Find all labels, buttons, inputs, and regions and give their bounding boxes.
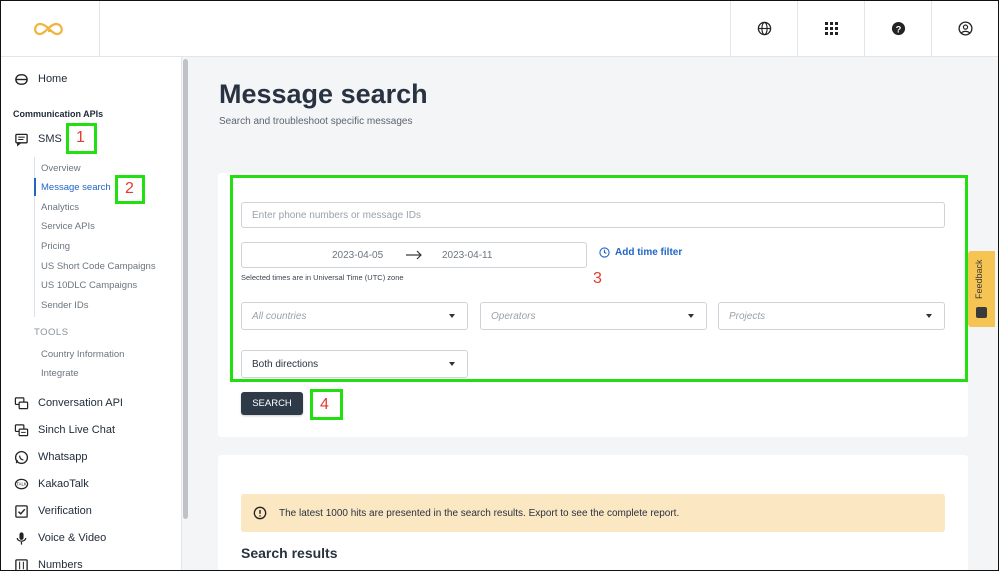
app-frame: ? Home Communication APIs SMS Overview M… <box>0 0 999 571</box>
sidebar-item-whatsapp[interactable]: Whatsapp <box>13 449 88 465</box>
notice-text: The latest 1000 hits are presented in th… <box>279 507 680 519</box>
feedback-tab[interactable]: Feedback <box>968 251 995 327</box>
sidebar-item-voice-video[interactable]: Voice & Video <box>13 530 106 546</box>
sidebar-item-label: Verification <box>38 505 92 517</box>
apps-grid-icon <box>824 22 838 35</box>
help-button[interactable]: ? <box>864 1 931 56</box>
sidebar-item-numbers[interactable]: Numbers <box>13 557 83 571</box>
annotation-number-2: 2 <box>125 180 134 197</box>
globe-icon <box>757 21 771 36</box>
sidebar-subitem-integrate[interactable]: Integrate <box>41 368 79 379</box>
sidebar-subitem-country-information[interactable]: Country Information <box>41 349 124 360</box>
sidebar-subitem-message-search[interactable]: Message search <box>41 182 111 193</box>
sidebar-item-label: KakaoTalk <box>38 478 89 490</box>
microphone-icon <box>13 530 29 546</box>
svg-text:?: ? <box>895 24 901 34</box>
tools-heading: TOOLS <box>34 327 69 338</box>
sidebar-subitem-sender-ids[interactable]: Sender IDs <box>41 300 89 311</box>
apps-button[interactable] <box>797 1 864 56</box>
sidebar-item-home[interactable]: Home <box>13 71 67 87</box>
search-button[interactable]: SEARCH <box>241 392 303 415</box>
account-button[interactable] <box>931 1 998 56</box>
annotation-number-4: 4 <box>320 396 329 413</box>
sidebar-item-label: Voice & Video <box>38 532 107 544</box>
chat-icon <box>13 422 29 438</box>
whatsapp-icon <box>13 449 29 465</box>
sidebar-scrollbar-thumb[interactable] <box>183 59 188 519</box>
top-bar: ? <box>1 1 998 57</box>
message-icon <box>13 131 29 147</box>
svg-text:TALK: TALK <box>16 481 26 486</box>
page-subtitle: Search and troubleshoot specific message… <box>219 116 413 127</box>
sidebar-item-label: SMS <box>38 133 62 145</box>
numbers-icon <box>13 557 29 570</box>
alert-circle-icon <box>253 506 267 520</box>
sidebar-subitem-service-apis[interactable]: Service APIs <box>41 221 95 232</box>
annotation-number-3: 3 <box>593 270 602 287</box>
sidebar-item-label: Conversation API <box>38 397 123 409</box>
sidebar-item-verification[interactable]: Verification <box>13 503 92 519</box>
sidebar-subitem-us-short-code[interactable]: US Short Code Campaigns <box>41 261 156 272</box>
conversation-icon <box>13 395 29 411</box>
sidebar-subitem-pricing[interactable]: Pricing <box>41 241 70 252</box>
checkbox-icon <box>13 503 29 519</box>
sidebar-item-sms[interactable]: SMS <box>13 131 62 147</box>
feedback-label: Feedback <box>974 259 984 299</box>
active-indicator <box>34 178 36 196</box>
page-title: Message search <box>219 79 428 109</box>
sidebar-item-live-chat[interactable]: Sinch Live Chat <box>13 422 115 438</box>
sidebar-item-label: Numbers <box>38 559 83 571</box>
sidebar-item-label: Whatsapp <box>38 451 88 463</box>
logo[interactable] <box>1 1 100 56</box>
help-icon: ? <box>891 21 905 36</box>
sidebar-subitem-analytics[interactable]: Analytics <box>41 202 79 213</box>
kakaotalk-icon: TALK <box>13 476 29 492</box>
sidebar-item-kakaotalk[interactable]: TALK KakaoTalk <box>13 476 89 492</box>
annotation-number-1: 1 <box>76 129 85 146</box>
section-heading-communication: Communication APIs <box>13 109 104 119</box>
top-icons: ? <box>730 1 998 56</box>
results-title: Search results <box>241 545 338 561</box>
infinity-logo-icon <box>34 22 63 35</box>
language-button[interactable] <box>730 1 797 56</box>
user-icon <box>957 21 973 36</box>
sidebar-subitem-us-10dlc[interactable]: US 10DLC Campaigns <box>41 280 137 291</box>
results-notice: The latest 1000 hits are presented in th… <box>241 494 945 532</box>
home-icon <box>13 71 29 87</box>
sidebar-scrollbar[interactable] <box>182 57 190 570</box>
sidebar-item-label: Sinch Live Chat <box>38 424 116 436</box>
feedback-icon <box>976 307 987 318</box>
sidebar-subitem-overview[interactable]: Overview <box>41 163 81 174</box>
sidebar-item-label: Home <box>38 73 68 85</box>
sidebar-item-conversation-api[interactable]: Conversation API <box>13 395 123 411</box>
